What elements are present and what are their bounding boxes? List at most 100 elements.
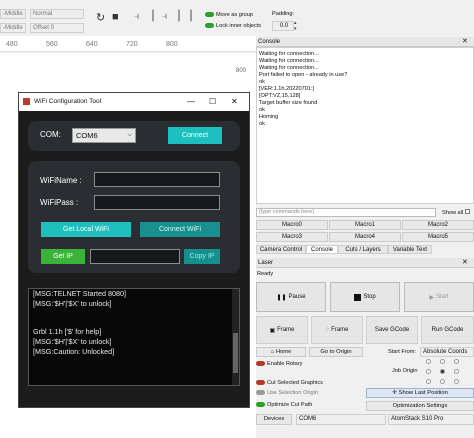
command-input[interactable]: (type commands here) [256, 208, 436, 217]
toggle-icon [205, 12, 214, 18]
toolbar-combo-offset[interactable]: Offset 0 [30, 23, 84, 33]
port-select[interactable]: COM6 [296, 414, 386, 425]
wifi-pass-input[interactable] [94, 195, 220, 210]
wifi-config-window: WiFi Configuration Tool — ☐ ✕ COM: COM6 … [18, 92, 250, 408]
macro-button[interactable]: Macro1 [329, 220, 401, 230]
copy-ip-button[interactable]: Copy IP [184, 249, 220, 264]
toolbar-combo-align[interactable]: -Middle [0, 9, 26, 19]
get-local-wifi-button[interactable]: Get Local WiFi [41, 222, 131, 237]
toolbar-combo-normal[interactable]: Normal [30, 9, 84, 19]
console-line: ok [259, 107, 265, 113]
terminal-line: Grbl 1.1h ['$' for help] [33, 327, 102, 337]
home-button[interactable]: ⌂ Home [256, 347, 306, 357]
pause-icon: ❚❚ [276, 294, 287, 301]
console-line: [VER:1.1h.20220701:] [259, 86, 315, 92]
use-selection-origin-label: Use Selection Origin [267, 390, 318, 396]
ip-address-field[interactable] [90, 249, 180, 264]
padding-label: Padding: [272, 11, 295, 17]
align-right-icon[interactable]: ⫣ [162, 11, 168, 23]
show-last-position-label: Show Last Position [398, 390, 448, 396]
optimize-cut-path-toggle[interactable]: Optimize Cut Path [256, 402, 312, 409]
home-icon: ⌂ [270, 349, 275, 355]
spinner-arrows-icon[interactable]: ▴ ▾ [294, 20, 297, 32]
run-gcode-button[interactable]: Run GCode [421, 316, 474, 344]
start-button[interactable]: ▶ Start [404, 282, 474, 312]
close-icon[interactable]: ✕ [462, 37, 468, 45]
origin-radio[interactable] [426, 359, 431, 364]
toggle-icon [256, 390, 265, 396]
macro-button[interactable]: Macro4 [329, 232, 401, 242]
macro-button[interactable]: Macro0 [256, 220, 328, 230]
origin-radio[interactable] [454, 379, 459, 384]
frame-button[interactable]: ▣ Frame [256, 316, 308, 344]
enable-rotary-toggle[interactable]: Enable Rotary [256, 361, 302, 368]
console-line: Waiting for connection... [259, 65, 319, 71]
wifi-window-title: WiFi Configuration Tool [34, 98, 102, 105]
terminal-line: [MSG:TELNET Started 8080] [33, 289, 126, 298]
show-last-position-button[interactable]: ✛ Show Last Position [366, 388, 474, 398]
job-origin-label: Job Origin [392, 368, 418, 374]
terminal-scrollbar[interactable] [232, 289, 239, 385]
origin-radio[interactable] [426, 379, 431, 384]
wifi-name-input[interactable] [94, 172, 220, 187]
start-from-select[interactable]: Absolute Coords [420, 347, 474, 357]
console-line: [OPT:VZ,15,128] [259, 93, 301, 99]
origin-radio[interactable] [426, 369, 431, 374]
save-gcode-label: Save GCode [374, 327, 410, 333]
com-label: COM: [40, 130, 61, 139]
origin-radio[interactable] [440, 379, 445, 384]
device-select[interactable]: AtomStack S10 Pro [388, 414, 474, 425]
terminal-line: [MSG:Caution: Unlocked] [33, 346, 115, 356]
toggle-icon [205, 23, 214, 29]
origin-radio[interactable] [454, 369, 459, 374]
frame-round-button[interactable]: ◌ Frame [311, 316, 363, 344]
com-select[interactable]: COM6 ⌵ [72, 128, 136, 143]
save-gcode-button[interactable]: Save GCode [366, 316, 418, 344]
tab-variable-text[interactable]: Variable Text [388, 245, 432, 254]
optimization-settings-button[interactable]: Optimization Settings [366, 401, 474, 411]
console-line: Port failed to open - already in use? [259, 72, 348, 78]
tab-console[interactable]: Console [306, 245, 338, 254]
origin-radio[interactable] [440, 359, 445, 364]
padding-input[interactable]: 0.0 [272, 21, 294, 31]
align-top-icon[interactable]: ┃ [188, 11, 194, 23]
chevron-down-icon: ⌵ [127, 132, 132, 138]
macro-button[interactable]: Macro5 [402, 232, 474, 242]
use-selection-origin-toggle[interactable]: Use Selection Origin [256, 390, 318, 397]
toolbar-combo-align-bottom[interactable]: -Middle [0, 23, 26, 33]
tab-cuts-layers[interactable]: Cuts / Layers [338, 245, 388, 254]
minimize-icon[interactable]: — [187, 93, 195, 111]
distribute-icon[interactable]: ┃ [176, 11, 182, 23]
go-to-origin-button[interactable]: Go to Origin [309, 347, 363, 357]
devices-button[interactable]: Devices [256, 414, 292, 425]
flip-icon[interactable]: ↻ [96, 12, 105, 24]
align-left-icon[interactable]: ⫣ [134, 11, 140, 23]
get-ip-button[interactable]: Get IP [41, 249, 85, 264]
maximize-icon[interactable]: ☐ [209, 93, 216, 111]
ruler-tick: 480 [6, 41, 18, 48]
macro-button[interactable]: Macro3 [256, 232, 328, 242]
camera-icon[interactable]: ■ [112, 11, 119, 23]
ruler-tick: 720 [126, 41, 138, 48]
console-line: ok [259, 79, 265, 85]
cut-selected-graphics-toggle[interactable]: Cut Selected Graphics [256, 380, 323, 387]
ruler-tick: 560 [46, 41, 58, 48]
origin-radio[interactable] [454, 359, 459, 364]
connect-button[interactable]: Connect [168, 127, 222, 144]
lock-inner-objects-label: Lock inner objects [216, 23, 262, 29]
terminal-line: ​ [29, 308, 239, 318]
connect-wifi-button[interactable]: Connect WiFi [140, 222, 220, 237]
close-icon[interactable]: ✕ [462, 258, 468, 266]
ruler-tick: 640 [86, 41, 98, 48]
lock-inner-objects-toggle[interactable]: Lock inner objects [205, 23, 261, 30]
scrollbar-thumb[interactable] [233, 333, 238, 373]
move-as-group-toggle[interactable]: Move as group [205, 12, 253, 19]
tab-camera-control[interactable]: Camera Control [256, 245, 306, 254]
origin-radio[interactable] [440, 369, 445, 374]
pause-button[interactable]: ❚❚ Pause [256, 282, 326, 312]
macro-button[interactable]: Macro2 [402, 220, 474, 230]
close-icon[interactable]: ✕ [231, 93, 238, 111]
align-center-icon[interactable]: ┃ [150, 11, 156, 23]
stop-button[interactable]: Stop [330, 282, 400, 312]
show-all-checkbox[interactable]: Show all [442, 209, 470, 217]
